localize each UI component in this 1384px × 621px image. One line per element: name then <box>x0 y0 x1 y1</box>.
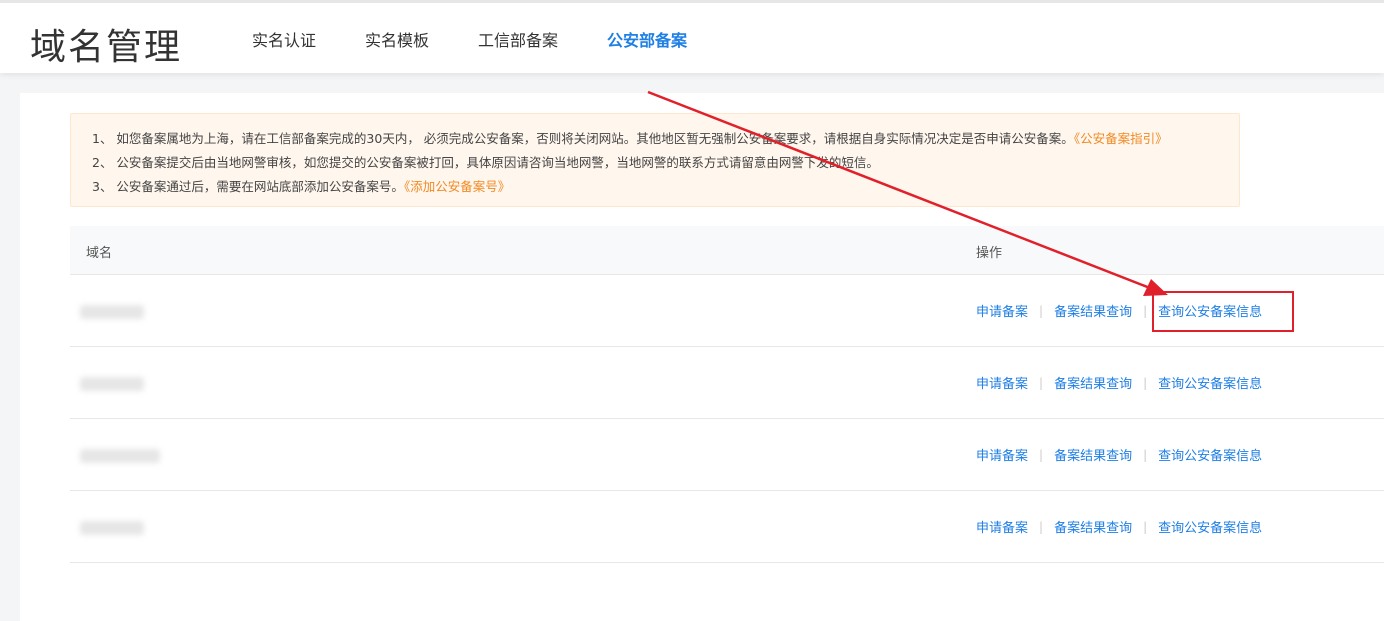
tab-public-security-filing[interactable]: 公安部备案 <box>607 30 687 52</box>
filing-result-query-link[interactable]: 备案结果查询 <box>1054 445 1132 464</box>
separator: | <box>1039 375 1044 390</box>
filing-result-query-link[interactable]: 备案结果查询 <box>1054 373 1132 392</box>
row-actions: 申请备案 | 备案结果查询 | 查询公安备案信息 <box>976 445 1262 465</box>
tab-real-name-verification[interactable]: 实名认证 <box>252 30 316 52</box>
notice-line-3-text: 3、 公安备案通过后，需要在网站底部添加公安备案号。 <box>92 179 404 194</box>
domain-table: 域名 操作 申请备案 | 备案结果查询 | 查询公安备案信息 申请备案 | 备案… <box>70 226 1384 563</box>
tab-miit-filing[interactable]: 工信部备案 <box>478 30 558 52</box>
apply-filing-link[interactable]: 申请备案 <box>976 301 1028 320</box>
filing-guide-link[interactable]: 《公安备案指引》 <box>1074 131 1168 146</box>
separator: | <box>1143 447 1148 462</box>
filing-result-query-link[interactable]: 备案结果查询 <box>1054 301 1132 320</box>
domain-name-redacted <box>80 305 144 319</box>
apply-filing-link[interactable]: 申请备案 <box>976 373 1028 392</box>
row-actions: 申请备案 | 备案结果查询 | 查询公安备案信息 <box>976 517 1262 537</box>
domain-name-redacted <box>80 521 144 535</box>
table-row: 申请备案 | 备案结果查询 | 查询公安备案信息 <box>70 491 1384 563</box>
row-actions: 申请备案 | 备案结果查询 | 查询公安备案信息 <box>976 373 1262 393</box>
column-header-ops: 操作 <box>976 246 1003 261</box>
domain-name-redacted <box>80 449 160 463</box>
notice-box: 1、 如您备案属地为上海，请在工信部备案完成的30天内， 必须完成公安备案，否则… <box>70 113 1240 207</box>
page-title: 域名管理 <box>30 27 183 68</box>
apply-filing-link[interactable]: 申请备案 <box>976 517 1028 536</box>
table-row: 申请备案 | 备案结果查询 | 查询公安备案信息 <box>70 275 1384 347</box>
separator: | <box>1143 303 1148 318</box>
table-row: 申请备案 | 备案结果查询 | 查询公安备案信息 <box>70 419 1384 491</box>
notice-line-2-text: 2、 公安备案提交后由当地网警审核，如您提交的公安备案被打回，具体原因请咨询当地… <box>92 155 879 170</box>
notice-line-2: 2、 公安备案提交后由当地网警审核，如您提交的公安备案被打回，具体原因请咨询当地… <box>92 151 1239 175</box>
table-header: 域名 操作 <box>70 226 1384 275</box>
separator: | <box>1039 447 1044 462</box>
separator: | <box>1143 519 1148 534</box>
nav-tabs: 实名认证 实名模板 工信部备案 公安部备案 <box>252 30 736 52</box>
notice-line-3: 3、 公安备案通过后，需要在网站底部添加公安备案号。《添加公安备案号》 <box>92 175 1239 199</box>
query-public-security-info-link[interactable]: 查询公安备案信息 <box>1158 517 1262 536</box>
tab-real-name-template[interactable]: 实名模板 <box>365 30 429 52</box>
add-filing-number-link[interactable]: 《添加公安备案号》 <box>404 179 510 194</box>
filing-result-query-link[interactable]: 备案结果查询 <box>1054 517 1132 536</box>
separator: | <box>1143 375 1148 390</box>
notice-line-1: 1、 如您备案属地为上海，请在工信部备案完成的30天内， 必须完成公安备案，否则… <box>92 127 1239 151</box>
top-header: 域名管理 实名认证 实名模板 工信部备案 公安部备案 <box>0 0 1384 73</box>
query-public-security-info-link[interactable]: 查询公安备案信息 <box>1158 373 1262 392</box>
separator: | <box>1039 519 1044 534</box>
query-public-security-info-link[interactable]: 查询公安备案信息 <box>1158 301 1262 320</box>
column-header-domain: 域名 <box>86 246 113 261</box>
domain-name-redacted <box>80 377 144 391</box>
separator: | <box>1039 303 1044 318</box>
apply-filing-link[interactable]: 申请备案 <box>976 445 1028 464</box>
content-panel: 1、 如您备案属地为上海，请在工信部备案完成的30天内， 必须完成公安备案，否则… <box>20 93 1384 621</box>
query-public-security-info-link[interactable]: 查询公安备案信息 <box>1158 445 1262 464</box>
notice-line-1-text: 1、 如您备案属地为上海，请在工信部备案完成的30天内， 必须完成公安备案，否则… <box>92 131 1074 146</box>
row-actions: 申请备案 | 备案结果查询 | 查询公安备案信息 <box>976 301 1262 321</box>
table-row: 申请备案 | 备案结果查询 | 查询公安备案信息 <box>70 347 1384 419</box>
